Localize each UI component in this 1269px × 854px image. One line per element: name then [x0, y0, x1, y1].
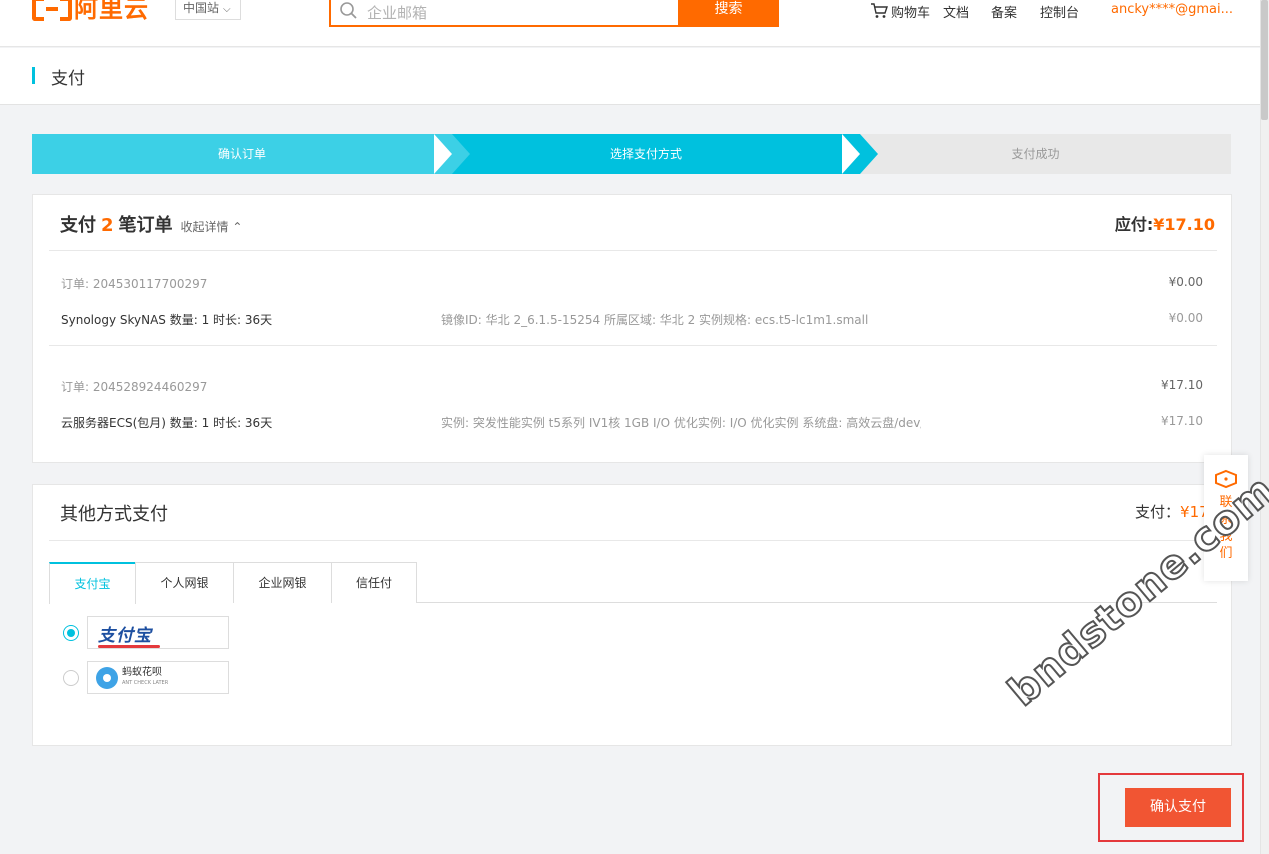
huabei-name: 蚂蚁花呗	[122, 667, 162, 678]
orders-heading: 支付 2 笔订单 收起详情 ⌃	[60, 211, 242, 237]
step-label: 选择支付方式	[609, 147, 682, 161]
logo-text: 阿里云	[74, 0, 149, 23]
huabei-subtitle: ANT CHECK LATER	[122, 680, 169, 686]
due-amount: ¥17.10	[1153, 215, 1215, 234]
huabei-icon	[96, 667, 118, 689]
step-arrow	[452, 134, 470, 174]
tab-alipay[interactable]: 支付宝	[49, 562, 136, 604]
nav-links: 购物车 文档 备案 控制台	[870, 2, 1079, 21]
beian-link[interactable]: 备案	[991, 2, 1017, 21]
console-link[interactable]: 控制台	[1040, 2, 1079, 21]
confirm-payment-button[interactable]: 确认支付	[1125, 788, 1231, 827]
orders-title-prefix: 支付	[60, 215, 96, 236]
cart-icon	[871, 3, 888, 18]
orders-panel: 支付 2 笔订单 收起详情 ⌃ 应付:¥17.10 订单: 2045301177…	[32, 194, 1232, 463]
amount-due: 应付:¥17.10	[1115, 211, 1215, 235]
cart-label: 购物车	[891, 5, 931, 21]
product-details: 实例: 突发性能实例 t5系列 IV1核 1GB I/O 优化实例: I/O 优…	[441, 416, 921, 430]
alipay-logo-box[interactable]: 支付宝	[87, 616, 229, 649]
step-separator	[842, 134, 860, 174]
chevron-up-icon: ⌃	[232, 220, 243, 234]
scrollbar-thumb[interactable]	[1261, 0, 1268, 120]
chevron-down-icon: ⌵	[223, 4, 231, 15]
page-title: 支付	[51, 69, 85, 89]
step-select-payment: 选择支付方式	[432, 134, 860, 174]
other-payment-title: 其他方式支付	[60, 504, 168, 525]
payment-option-alipay[interactable]: 支付宝	[63, 616, 229, 649]
search-bar: 搜索	[329, 0, 779, 27]
product-name: Synology SkyNAS 数量: 1 时长: 36天	[61, 313, 273, 327]
region-label: 中国站	[183, 1, 220, 15]
search-icon	[340, 2, 357, 19]
aliyun-logo[interactable]: 阿里云	[32, 0, 149, 22]
product-name: 云服务器ECS(包月) 数量: 1 时长: 36天	[61, 416, 273, 430]
toggle-label: 收起详情	[180, 220, 229, 234]
tab-corporate-bank[interactable]: 企业网银	[233, 562, 332, 603]
docs-link[interactable]: 文档	[943, 2, 969, 21]
step-label: 支付成功	[1011, 147, 1060, 161]
due-label: 应付:	[1114, 215, 1154, 234]
tab-trust-pay[interactable]: 信任付	[331, 562, 417, 603]
step-label: 确认订单	[217, 147, 266, 161]
divider	[49, 250, 1217, 251]
payment-option-huabei[interactable]: 蚂蚁花呗 ANT CHECK LATER	[63, 661, 229, 694]
page-title-bar: 支付	[0, 48, 1260, 105]
collapse-details-toggle[interactable]: 收起详情 ⌃	[181, 218, 243, 235]
payment-method-tabs: 支付宝 个人网银 企业网银 信任付	[49, 562, 1217, 604]
scrollbar[interactable]	[1260, 0, 1269, 854]
search-input[interactable]	[367, 0, 667, 25]
product-price: ¥17.10	[1161, 414, 1203, 428]
alipay-logo: 支付宝	[98, 621, 160, 648]
order-id: 订单: 204530117700297	[61, 277, 208, 291]
step-arrow	[860, 134, 878, 174]
search-button[interactable]: 搜索	[678, 0, 779, 27]
orders-title-suffix: 笔订单	[118, 215, 173, 236]
top-nav: 阿里云 中国站⌵ 搜索 购物车 文档 备案 控制台 ancky****@gmai…	[0, 0, 1269, 47]
huabei-radio[interactable]	[63, 669, 79, 686]
product-details: 镜像ID: 华北 2_6.1.5-15254 所属区域: 华北 2 实例规格: …	[441, 313, 869, 327]
other-payment-panel: 其他方式支付 支付：¥17.1 支付宝 个人网银 企业网银 信任付 支付宝 蚂蚁…	[32, 484, 1232, 746]
order-price: ¥0.00	[1168, 275, 1203, 289]
alipay-radio[interactable]	[63, 624, 79, 641]
pay-label: 支付：	[1135, 503, 1181, 521]
order-id: 订单: 204528924460297	[61, 380, 208, 394]
title-accent-bar	[32, 67, 35, 84]
tab-personal-bank[interactable]: 个人网银	[135, 562, 234, 603]
step-separator	[434, 134, 452, 174]
logo-mark-icon	[32, 0, 72, 21]
step-payment-success: 支付成功	[840, 134, 1231, 174]
region-selector[interactable]: 中国站 ⌵	[175, 0, 241, 20]
product-price: ¥0.00	[1168, 311, 1203, 325]
divider	[49, 345, 1217, 346]
orders-count: 2	[101, 215, 114, 236]
step-confirm-order: 确认订单	[32, 134, 452, 174]
cart-link[interactable]: 购物车	[870, 2, 930, 21]
huabei-logo: 蚂蚁花呗 ANT CHECK LATER	[96, 667, 168, 689]
huabei-logo-box[interactable]: 蚂蚁花呗 ANT CHECK LATER	[87, 661, 229, 694]
order-price: ¥17.10	[1161, 378, 1203, 392]
checkout-stepper: 支付成功 选择支付方式 确认订单	[32, 134, 1231, 174]
user-account[interactable]: ancky****@gmai...	[1111, 2, 1233, 17]
divider	[49, 540, 1217, 541]
